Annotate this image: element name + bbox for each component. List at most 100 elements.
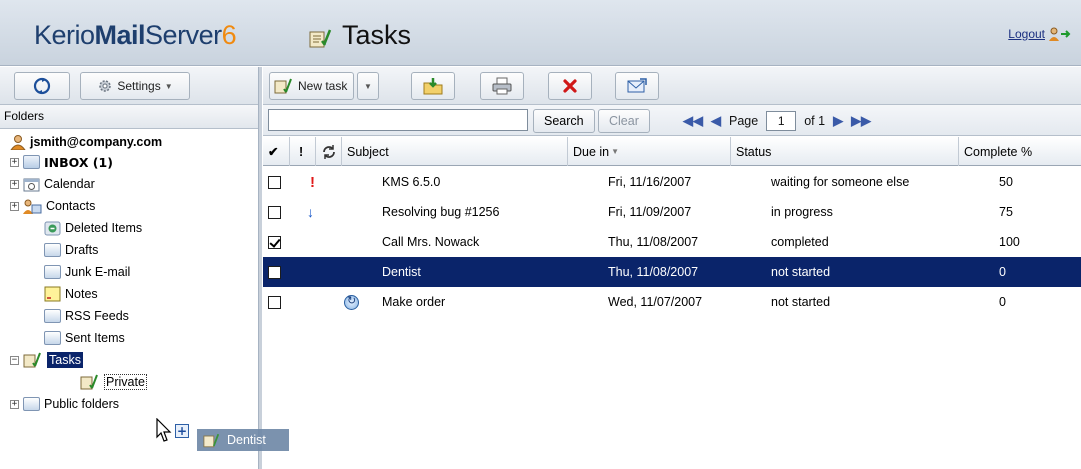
folder-tree: jsmith@company.com + INBOX (1) + Calenda… (0, 129, 258, 469)
folder-icon (23, 397, 40, 411)
folder-label: Junk E-mail (65, 265, 131, 279)
panel-splitter[interactable] (258, 67, 262, 469)
folder-sent-items[interactable]: Sent Items (44, 327, 125, 349)
done-checkbox[interactable] (268, 235, 281, 249)
page-number-input[interactable]: 1 (766, 111, 797, 131)
task-status: in progress (771, 205, 833, 219)
table-row[interactable]: Make order Wed, 11/07/2007 not started 0 (263, 287, 1081, 317)
folder-rss-feeds[interactable]: RSS Feeds (44, 305, 129, 327)
logo-text-mail: Mail (94, 20, 146, 50)
next-page-icon[interactable]: ▶ (833, 113, 843, 129)
folder-label: Notes (65, 287, 98, 301)
drag-ghost: Dentist (197, 429, 289, 451)
folder-notes[interactable]: Notes (44, 283, 98, 305)
account-node[interactable]: jsmith@company.com (10, 131, 162, 153)
search-input[interactable] (268, 109, 528, 131)
main-toolbar: New task ▼ (263, 67, 1081, 105)
expand-icon[interactable]: + (10, 201, 19, 211)
task-due: Thu, 11/08/2007 (608, 265, 699, 279)
first-page-icon[interactable]: ◀◀ (683, 113, 703, 129)
page-label: Page (729, 114, 759, 128)
folder-label: RSS Feeds (65, 309, 129, 323)
column-subject[interactable]: Subject (342, 137, 568, 166)
settings-button[interactable]: Settings ▼ (80, 72, 190, 100)
new-task-dropdown[interactable]: ▼ (357, 72, 379, 100)
tasks-icon (308, 25, 334, 47)
folder-tasks[interactable]: − Tasks (10, 349, 83, 371)
recurrence-icon (323, 144, 335, 159)
new-task-button[interactable]: New task (269, 72, 354, 100)
table-row[interactable]: ! KMS 6.5.0 Fri, 11/16/2007 waiting for … (263, 167, 1081, 197)
move-to-folder-button[interactable] (411, 72, 455, 100)
notes-icon (44, 286, 61, 302)
collapse-icon[interactable]: − (10, 355, 19, 365)
task-subject: Make order (382, 295, 446, 309)
done-checkbox[interactable] (268, 205, 281, 219)
task-due: Wed, 11/07/2007 (608, 295, 703, 309)
folder-calendar[interactable]: + Calendar (10, 173, 95, 195)
expand-icon[interactable]: + (10, 157, 19, 167)
folder-public-folders[interactable]: + Public folders (10, 393, 119, 415)
print-button[interactable] (480, 72, 524, 100)
done-checkbox[interactable] (268, 265, 281, 279)
delete-icon (563, 79, 577, 93)
column-complete[interactable]: Complete % (959, 137, 1081, 166)
folder-contacts[interactable]: + Contacts (10, 195, 95, 217)
folder-label: Tasks (47, 352, 83, 368)
task-status: not started (771, 295, 831, 309)
refresh-button[interactable] (14, 72, 70, 100)
page-title-text: Tasks (342, 20, 412, 50)
folder-drafts[interactable]: Drafts (44, 239, 98, 261)
task-complete: 0 (999, 265, 1006, 279)
task-due: Fri, 11/09/2007 (608, 205, 692, 219)
done-checkbox[interactable] (268, 295, 281, 309)
folder-label: Private (104, 374, 147, 390)
folder-label: INBOX (1) (44, 154, 113, 170)
delete-button[interactable] (548, 72, 592, 100)
folder-label: Sent Items (65, 331, 125, 345)
folder-inbox[interactable]: + INBOX (1) (10, 151, 113, 173)
expand-icon[interactable]: + (10, 399, 19, 409)
search-button[interactable]: Search (533, 109, 595, 133)
logout-link[interactable]: Logout (1008, 27, 1071, 41)
folder-open-icon (23, 155, 40, 169)
settings-label: Settings (117, 79, 161, 93)
clear-button[interactable]: Clear (598, 109, 650, 133)
send-button[interactable] (615, 72, 659, 100)
drag-ghost-label: Dentist (227, 433, 266, 447)
previous-page-icon[interactable]: ◀ (711, 113, 721, 129)
gear-icon (99, 80, 112, 92)
done-checkbox[interactable] (268, 175, 281, 189)
folder-private[interactable]: Private (80, 371, 147, 393)
folder-label: Drafts (65, 243, 99, 257)
folder-deleted-items[interactable]: Deleted Items (44, 217, 142, 239)
task-complete: 75 (999, 205, 1013, 219)
folder-label: Calendar (44, 177, 95, 191)
grid-header: ✔ ! Subject Due in ▼ Status Complete % (263, 137, 1081, 166)
move-folder-icon (423, 78, 443, 95)
folder-icon (44, 265, 61, 279)
column-recurrence[interactable] (316, 137, 342, 166)
column-due-in[interactable]: Due in ▼ (568, 137, 731, 166)
table-row[interactable]: ↓ Resolving bug #1256 Fri, 11/09/2007 in… (263, 197, 1081, 227)
folder-junk-email[interactable]: Junk E-mail (44, 261, 130, 283)
task-due: Fri, 11/16/2007 (608, 175, 692, 189)
column-priority[interactable]: ! (290, 137, 316, 166)
table-row[interactable]: Call Mrs. Nowack Thu, 11/08/2007 complet… (263, 227, 1081, 257)
account-label: jsmith@company.com (30, 135, 163, 149)
logo-text-kerio: Kerio (34, 20, 95, 50)
column-status[interactable]: Status (731, 137, 959, 166)
expand-icon[interactable]: + (10, 179, 19, 189)
last-page-icon[interactable]: ▶▶ (851, 113, 871, 129)
folder-label: Public folders (44, 397, 120, 411)
column-done[interactable]: ✔ (263, 137, 290, 166)
user-icon (10, 135, 26, 150)
logo-version: 6 (221, 20, 237, 50)
sort-desc-icon: ▼ (611, 147, 620, 156)
priority-high-icon: ! (310, 173, 315, 191)
tasks-icon (203, 433, 220, 447)
table-row-selected[interactable]: Dentist Thu, 11/08/2007 not started 0 (263, 257, 1081, 287)
folder-label: Deleted Items (65, 221, 143, 235)
task-subject: Resolving bug #1256 (382, 205, 500, 219)
folder-label: Contacts (46, 199, 96, 213)
